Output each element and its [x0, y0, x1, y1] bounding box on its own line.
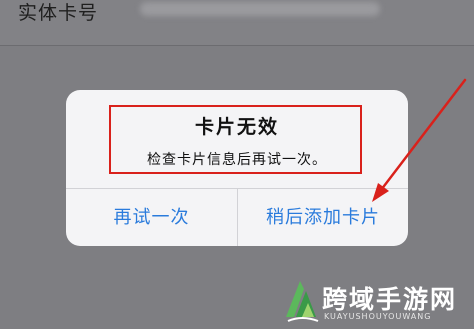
watermark: 跨域手游网 KUAYUSHOUYOUWANG	[282, 275, 472, 327]
watermark-name: 跨域手游网	[322, 285, 458, 314]
watermark-url: KUAYUSHOUYOUWANG	[324, 312, 432, 321]
watermark-logo-icon	[286, 281, 319, 322]
